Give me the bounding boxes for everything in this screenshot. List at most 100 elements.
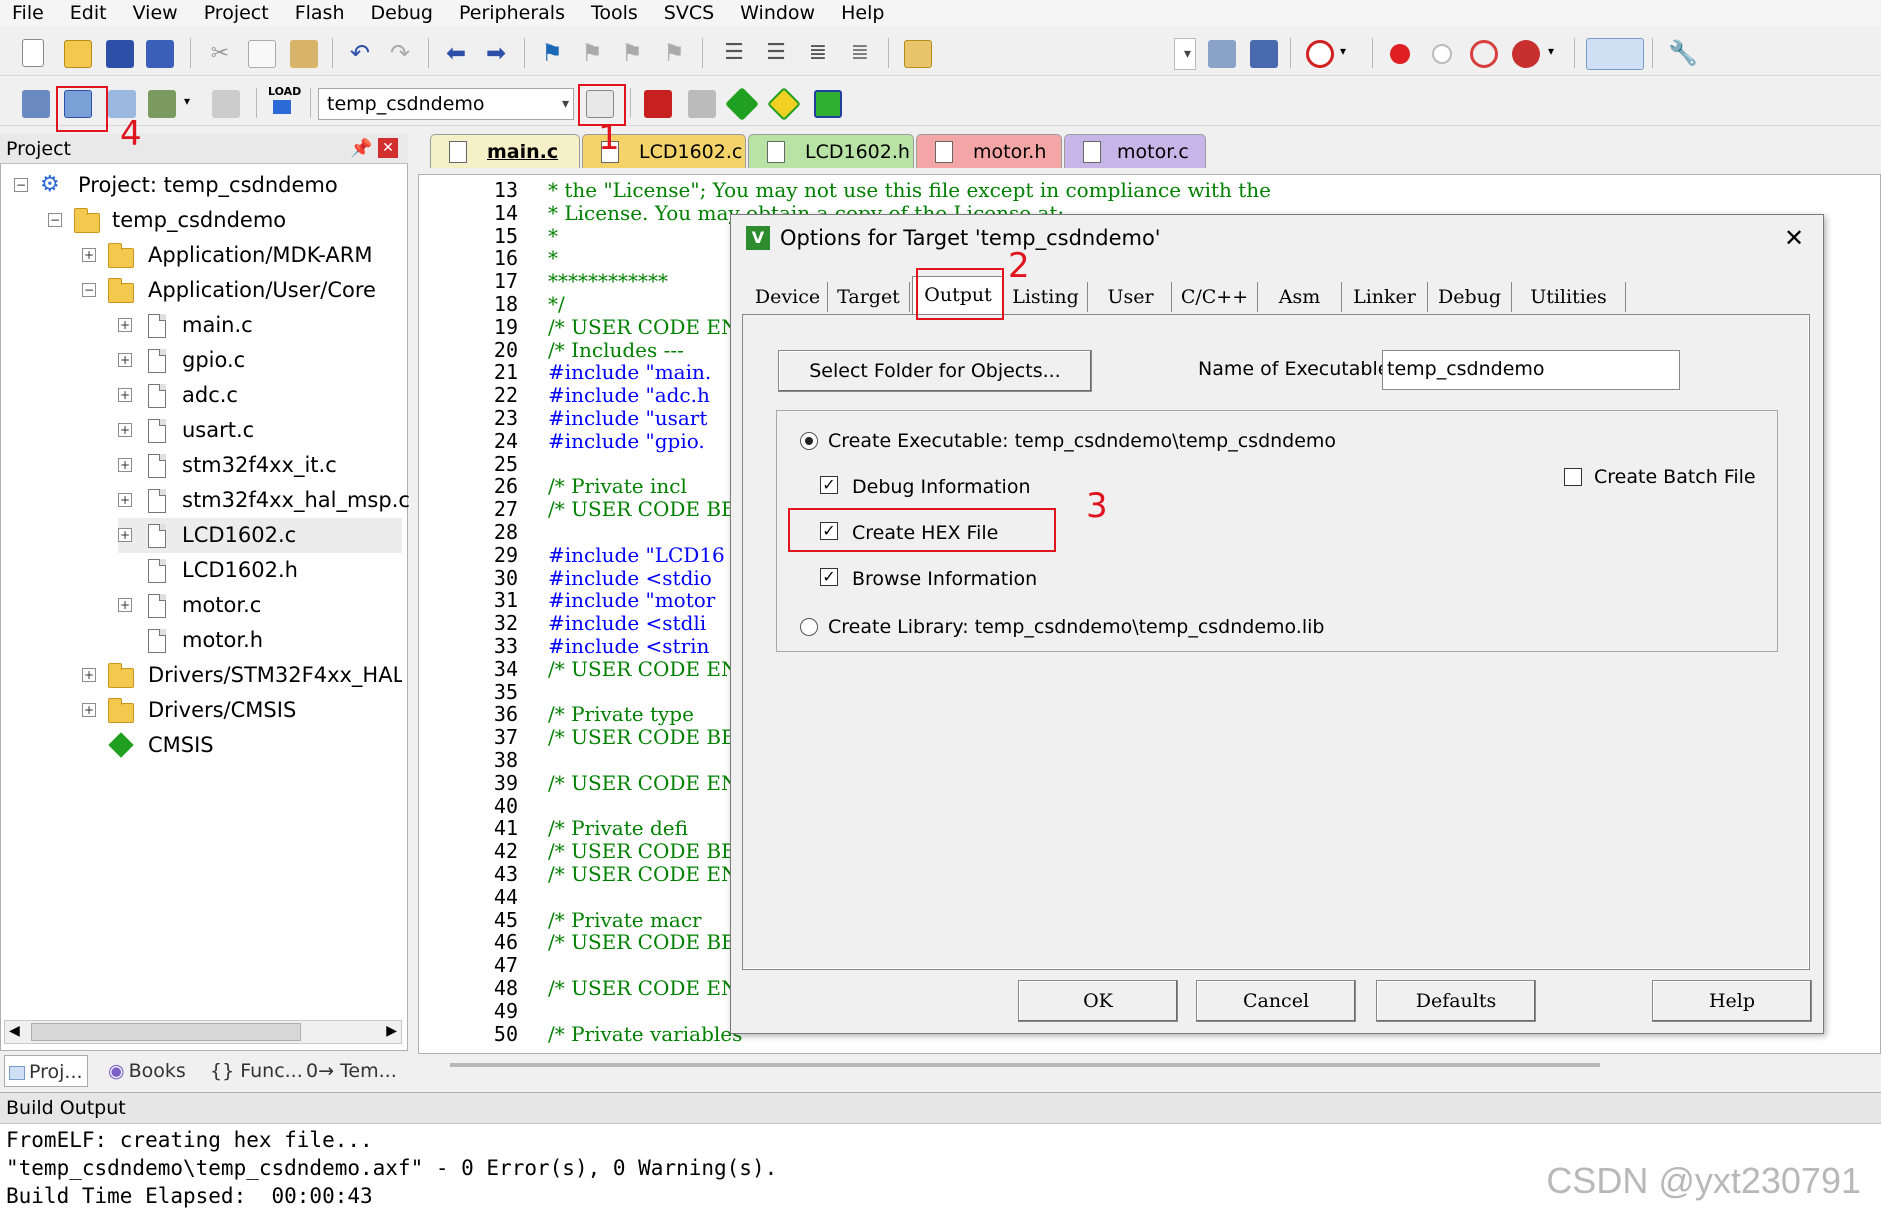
save-all-icon[interactable] [146,40,174,68]
menu-debug[interactable]: Debug [359,0,447,26]
editor-h-scrollbar[interactable] [450,1060,1600,1072]
translate-icon[interactable] [22,90,50,118]
tree-item-lcd1602-c[interactable]: + LCD1602.c [118,518,402,553]
debug-dropdown-icon[interactable]: ▾ [1340,44,1354,58]
dialog-close-icon[interactable]: ✕ [1784,224,1804,252]
copy-icon[interactable] [248,40,276,68]
menu-peripherals[interactable]: Peripherals [447,0,579,26]
document-icon [767,141,785,163]
help-button[interactable]: Help [1652,980,1812,1022]
disable-breakpoint-icon[interactable] [1432,44,1452,64]
cut-icon[interactable]: ✂ [206,42,234,70]
incremental-find-icon[interactable] [1250,40,1278,68]
tab-user[interactable]: User [1090,282,1172,312]
new-file-icon[interactable] [22,39,44,67]
breakpoint-icon[interactable] [1390,44,1410,64]
build-line: "temp_csdndemo\temp_csdndemo.axf" - 0 Er… [6,1156,778,1180]
undo-icon[interactable]: ↶ [346,40,374,68]
find-combo[interactable]: ▾ [1174,38,1196,70]
find-icon[interactable] [1208,40,1236,68]
tab-debug[interactable]: Debug [1428,282,1512,312]
tab-linker[interactable]: Linker [1342,282,1428,312]
tab-project[interactable]: Proj... [4,1055,88,1087]
create-library-radio[interactable] [800,618,818,636]
menu-help[interactable]: Help [829,0,898,26]
find-in-files-icon[interactable] [904,40,932,68]
annotation-box-4 [56,86,108,132]
menu-file[interactable]: File [0,0,58,26]
editor-tab-motor-h[interactable]: motor.h [916,134,1062,168]
tab-device[interactable]: Device [748,282,828,312]
nav-forward-icon[interactable]: ➡ [482,40,510,68]
configure-icon[interactable]: 🔧 [1668,40,1698,68]
name-exec-label: Name of Executable: [1198,358,1396,380]
menu-tools[interactable]: Tools [579,0,652,26]
cancel-button[interactable]: Cancel [1196,980,1356,1022]
editor-scroll-thumb[interactable] [450,1063,1600,1067]
debug-info-checkbox[interactable]: ✓ [820,476,838,494]
menu-project[interactable]: Project [192,0,283,26]
line-number: 22 [493,383,518,408]
menu-view[interactable]: View [121,0,192,26]
scroll-thumb[interactable] [31,1023,301,1041]
menu-svcs[interactable]: SVCS [652,0,728,26]
pin-icon[interactable]: 📌 [350,138,372,159]
kill-breakpoints-icon[interactable] [1512,40,1540,68]
create-executable-radio[interactable] [800,432,818,450]
pack-installer-icon[interactable] [767,87,801,121]
tab-cpp[interactable]: C/C++ [1172,282,1258,312]
clear-bookmarks-icon[interactable]: ⚑ [660,40,688,68]
browse-info-checkbox[interactable]: ✓ [820,568,838,586]
tab-functions[interactable]: {} Func... [206,1055,307,1087]
create-batch-checkbox[interactable] [1564,468,1582,486]
tab-target[interactable]: Target [828,282,910,312]
window-layout-icon[interactable] [1586,38,1644,70]
indent-icon[interactable]: ☰ [720,40,748,68]
line-number: 25 [493,451,518,476]
project-h-scrollbar[interactable]: ◀ ▶ [4,1020,402,1044]
defaults-button[interactable]: Defaults [1376,980,1536,1022]
stop-build-icon[interactable] [212,90,240,118]
menu-edit[interactable]: Edit [58,0,121,26]
manage-rte-icon[interactable] [725,87,759,121]
redo-icon[interactable]: ↷ [386,40,414,68]
next-bookmark-icon[interactable]: ⚑ [618,40,646,68]
prev-bookmark-icon[interactable]: ⚑ [578,40,606,68]
batch-build-icon[interactable] [148,90,176,118]
batch-dropdown-icon[interactable]: ▾ [184,94,198,108]
nav-back-icon[interactable]: ⬅ [442,40,470,68]
unindent-icon[interactable]: ☰ [762,40,790,68]
paste-icon[interactable] [290,40,318,68]
open-file-icon[interactable] [64,40,92,68]
tab-asm[interactable]: Asm [1258,282,1342,312]
tab-books[interactable]: ◉ Books [104,1055,190,1087]
scroll-right-icon[interactable]: ▶ [386,1023,397,1039]
uncomment-icon[interactable]: ≣ [846,40,874,68]
bookmark-icon[interactable]: ⚑ [538,40,566,68]
name-exec-input[interactable]: temp_csdndemo [1382,350,1680,390]
tab-listing[interactable]: Listing [1004,282,1088,312]
scroll-left-icon[interactable]: ◀ [9,1023,20,1039]
clear-breakpoints-icon[interactable] [1470,40,1498,68]
breakpoint-dropdown-icon[interactable]: ▾ [1548,44,1562,58]
download-icon[interactable]: LOAD [268,86,301,114]
menu-flash[interactable]: Flash [283,0,359,26]
menu-window[interactable]: Window [728,0,829,26]
rte-config-icon[interactable] [814,90,842,118]
select-folder-button[interactable]: Select Folder for Objects... [778,350,1092,392]
line-number: 33 [493,634,518,658]
editor-tab-main-c[interactable]: main.c [430,134,580,168]
tab-utilities[interactable]: Utilities [1512,282,1626,312]
close-icon[interactable]: ✕ [378,138,398,158]
target-select[interactable]: temp_csdndemo ▾ [318,88,574,120]
tab-templates[interactable]: 0→ Tem... [302,1055,401,1087]
editor-tab-lcd1602-h[interactable]: LCD1602.h [748,134,914,168]
tree-item-hal-drivers[interactable]: + Drivers/STM32F4xx_HAL_Dr [82,658,402,693]
select-packs-icon[interactable] [688,90,716,118]
editor-tab-motor-c[interactable]: motor.c [1064,134,1206,168]
save-icon[interactable] [106,40,134,68]
comment-icon[interactable]: ≣ [804,40,832,68]
manage-project-items-icon[interactable] [644,90,672,118]
ok-button[interactable]: OK [1018,980,1178,1022]
debug-session-icon[interactable] [1306,40,1334,68]
